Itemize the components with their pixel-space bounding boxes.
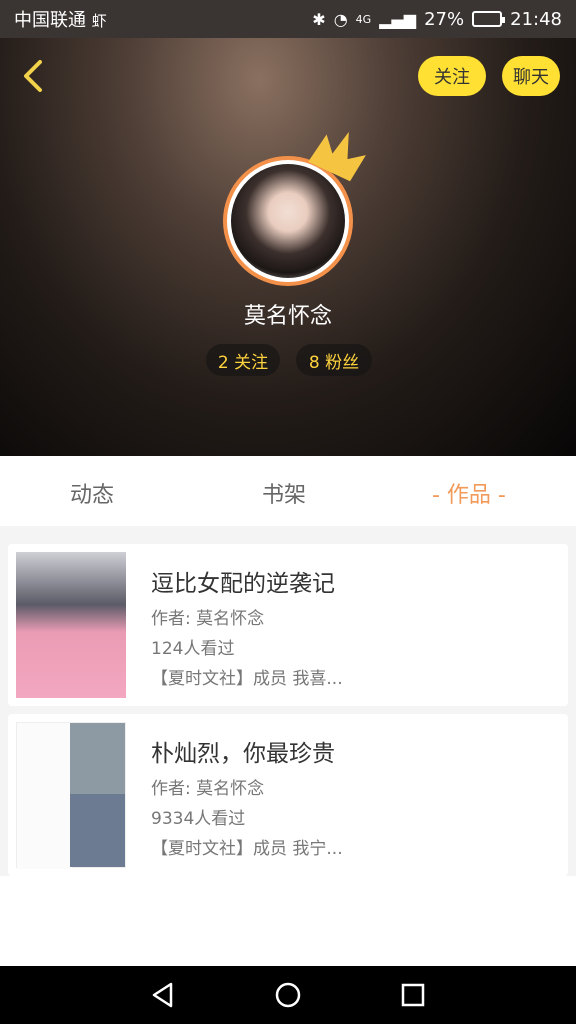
following-count[interactable]: 2 关注 <box>206 344 280 376</box>
carrier-name: 中国联通 <box>14 10 86 31</box>
fans-count[interactable]: 8 粉丝 <box>296 344 372 376</box>
work-title: 逗比女配的逆袭记 <box>151 571 335 597</box>
wifi-icon: ◔ <box>333 9 348 29</box>
back-button[interactable] <box>14 56 54 96</box>
work-author: 作者: 莫名怀念 <box>151 609 265 629</box>
bluetooth-icon: ✱ <box>312 9 326 29</box>
crown-icon <box>308 131 366 182</box>
signal-label: 4G <box>355 12 372 26</box>
work-author: 作者: 莫名怀念 <box>151 779 265 799</box>
circle-home-icon[interactable] <box>274 981 302 1009</box>
cover-photo-top <box>70 723 125 796</box>
chevron-left-icon <box>24 60 42 92</box>
works-list: 逗比女配的逆袭记 作者: 莫名怀念 124人看过 【夏时文社】成员 我喜... … <box>0 536 576 876</box>
battery-icon <box>472 11 506 27</box>
triangle-back-icon[interactable] <box>149 981 177 1009</box>
book-cover <box>16 552 126 698</box>
cover-text-panel <box>17 723 72 869</box>
tab-shelf[interactable]: 书架 <box>262 456 306 526</box>
clock: 21:48 <box>510 8 562 30</box>
chat-button[interactable]: 聊天 <box>502 56 560 96</box>
carrier-extra: 虾 <box>91 12 107 30</box>
battery-percent: 27% <box>424 8 465 30</box>
cover-photo-bottom <box>70 794 125 867</box>
work-views: 124人看过 <box>151 639 235 659</box>
signal-icon: ▂▄▆ <box>379 9 417 29</box>
square-recent-icon[interactable] <box>399 981 427 1009</box>
username: 莫名怀念 <box>243 304 332 329</box>
status-right: ✱ ◔ 4G ▂▄▆ 27% 21:48 <box>312 9 562 30</box>
work-views: 9334人看过 <box>151 809 246 829</box>
system-nav-bar <box>0 966 576 1024</box>
work-desc: 【夏时文社】成员 我喜... <box>151 669 343 689</box>
status-bar: 中国联通 虾 ✱ ◔ 4G ▂▄▆ 27% 21:48 <box>0 0 576 38</box>
profile-header: 关注 聊天 莫名怀念 2 关注 8 粉丝 <box>0 38 576 456</box>
work-title: 朴灿烈，你最珍贵 <box>151 741 335 767</box>
work-desc: 【夏时文社】成员 我宁... <box>151 839 343 859</box>
book-cover <box>16 722 126 869</box>
work-card[interactable]: 朴灿烈，你最珍贵 作者: 莫名怀念 9334人看过 【夏时文社】成员 我宁... <box>8 714 568 876</box>
tab-dynamic[interactable]: 动态 <box>70 456 114 526</box>
carrier-group: 中国联通 虾 <box>14 6 107 32</box>
follow-button[interactable]: 关注 <box>418 56 486 96</box>
work-card[interactable]: 逗比女配的逆袭记 作者: 莫名怀念 124人看过 【夏时文社】成员 我喜... <box>8 544 568 706</box>
tab-bar: 动态 书架 - 作品 - <box>0 456 576 536</box>
tab-works[interactable]: - 作品 - <box>432 456 506 526</box>
